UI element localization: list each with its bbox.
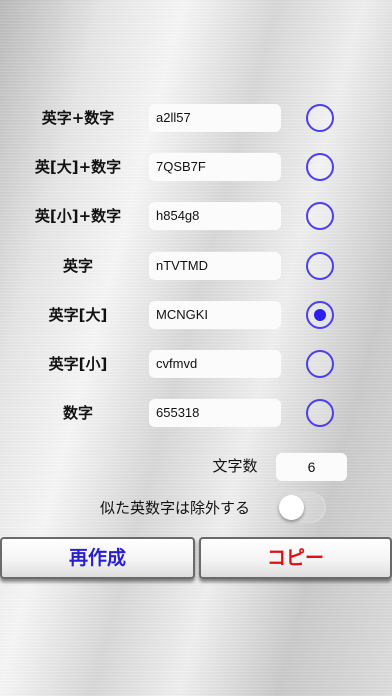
radio-button[interactable] bbox=[306, 399, 334, 427]
exclude-similar-toggle[interactable] bbox=[276, 492, 326, 523]
generated-value-field[interactable]: cvfmvd bbox=[149, 350, 281, 378]
regenerate-button[interactable]: 再作成 bbox=[0, 537, 195, 579]
row-digits: 数字 655318 bbox=[0, 393, 392, 433]
row-alnum: 英字+数字 a2ll57 bbox=[0, 98, 392, 138]
radio-button[interactable] bbox=[306, 104, 334, 132]
generated-value-field[interactable]: nTVTMD bbox=[149, 252, 281, 280]
copy-button[interactable]: コピー bbox=[199, 537, 392, 579]
generated-value-field[interactable]: 7QSB7F bbox=[149, 153, 281, 181]
radio-dot bbox=[314, 309, 326, 321]
row-label: 英字[小] bbox=[48, 355, 108, 373]
generated-value-field[interactable]: a2ll57 bbox=[149, 104, 281, 132]
row-label: 英字[大] bbox=[48, 306, 108, 324]
row-upper-alpha: 英字[大] MCNGKI bbox=[0, 295, 392, 335]
row-label: 英[大]+数字 bbox=[34, 158, 122, 176]
row-label: 英[小]+数字 bbox=[34, 207, 122, 225]
radio-button[interactable] bbox=[306, 153, 334, 181]
row-alpha: 英字 nTVTMD bbox=[0, 246, 392, 286]
generated-value-field[interactable]: 655318 bbox=[149, 399, 281, 427]
generated-value-field[interactable]: h854g8 bbox=[149, 202, 281, 230]
radio-button[interactable] bbox=[306, 350, 334, 378]
row-label: 数字 bbox=[62, 404, 93, 422]
exclude-similar-label: 似た英数字は除外する bbox=[99, 499, 250, 517]
radio-button[interactable] bbox=[306, 301, 334, 329]
radio-button[interactable] bbox=[306, 202, 334, 230]
row-lower-alpha: 英字[小] cvfmvd bbox=[0, 344, 392, 384]
row-upper-alnum: 英[大]+数字 7QSB7F bbox=[0, 147, 392, 187]
generated-value-field[interactable]: MCNGKI bbox=[149, 301, 281, 329]
row-lower-alnum: 英[小]+数字 h854g8 bbox=[0, 196, 392, 236]
length-field[interactable]: 6 bbox=[276, 453, 347, 481]
row-label: 英字+数字 bbox=[41, 109, 115, 127]
toggle-knob bbox=[279, 495, 304, 520]
length-label: 文字数 bbox=[212, 457, 258, 475]
row-label: 英字 bbox=[62, 257, 93, 275]
radio-button[interactable] bbox=[306, 252, 334, 280]
